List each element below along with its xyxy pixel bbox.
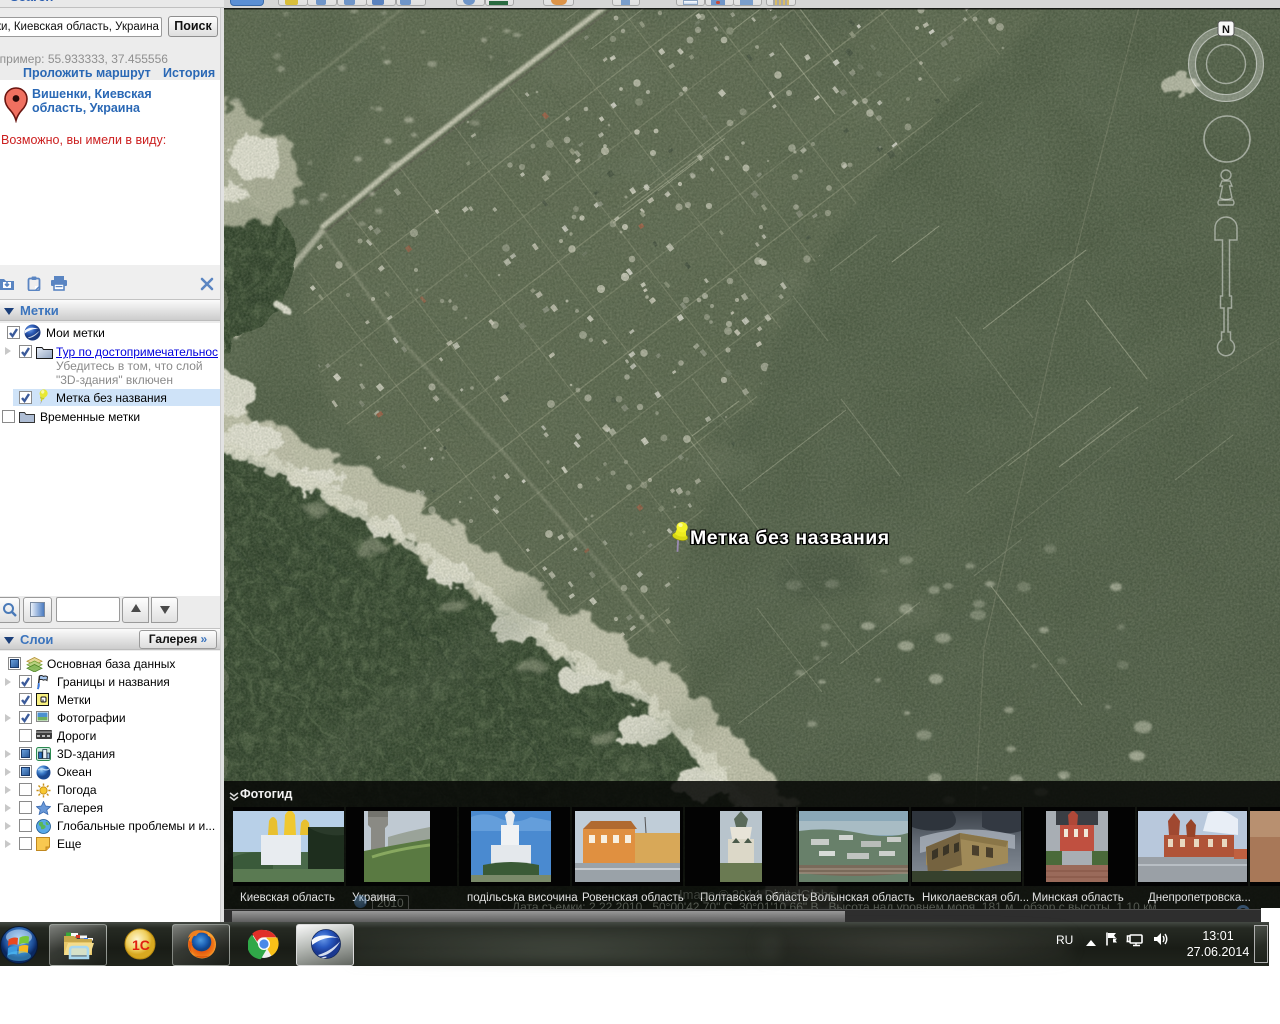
svg-text:1С: 1С (132, 937, 150, 953)
svg-text:N: N (1222, 24, 1230, 36)
